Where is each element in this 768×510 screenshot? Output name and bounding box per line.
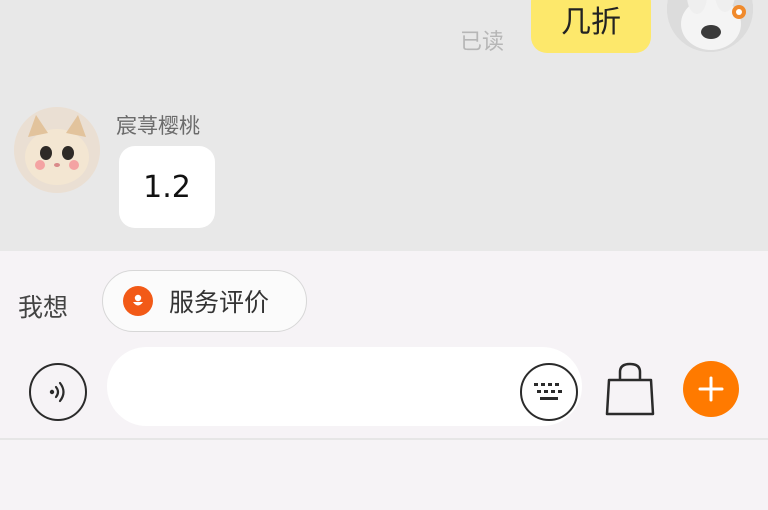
cat-avatar-image <box>14 107 100 193</box>
plus-icon <box>698 376 724 402</box>
divider <box>0 438 768 440</box>
voice-icon <box>49 381 65 403</box>
chat-message-area: 已读 几折 宸荨樱桃 1.2 <box>0 0 768 251</box>
sender-name: 宸荨樱桃 <box>116 114 200 138</box>
message-input[interactable] <box>107 347 582 426</box>
composer-panel: 我想 服务评价 <box>0 251 768 510</box>
shopping-bag-button[interactable] <box>601 358 659 420</box>
rabbit-avatar-image <box>667 0 753 52</box>
read-status: 已读 <box>460 30 505 55</box>
keyboard-icon <box>534 383 562 400</box>
more-actions-button[interactable] <box>683 361 739 417</box>
service-review-label: 服务评价 <box>169 288 270 317</box>
voice-input-button[interactable] <box>29 363 87 421</box>
contact-message-bubble[interactable]: 1.2 <box>119 146 215 228</box>
my-message-bubble[interactable]: 几折 <box>531 0 651 53</box>
my-avatar[interactable] <box>667 0 753 52</box>
shopping-bag-icon <box>605 362 655 416</box>
keyboard-toggle-button[interactable] <box>520 363 578 421</box>
i-want-label: 我想 <box>18 293 69 322</box>
service-review-chip[interactable]: 服务评价 <box>102 270 307 332</box>
contact-avatar[interactable] <box>14 107 100 193</box>
flower-icon <box>123 286 153 316</box>
